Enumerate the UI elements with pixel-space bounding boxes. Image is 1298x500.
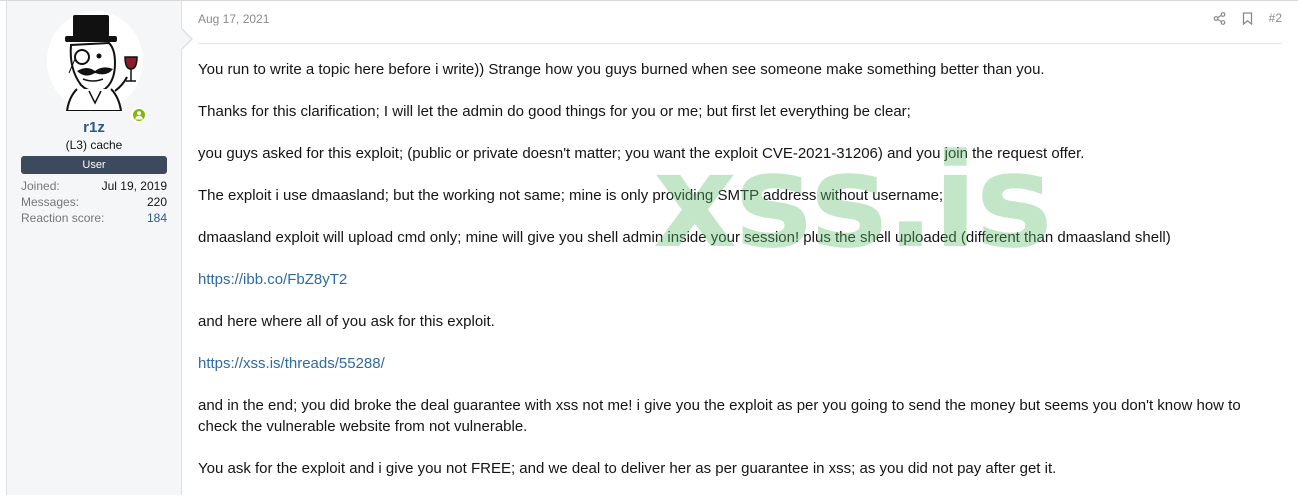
post-paragraph: dmaasland exploit will upload cmd only; … bbox=[198, 229, 1171, 246]
post-actions: #2 bbox=[1213, 11, 1282, 25]
user-sidebar: r1z (L3) cache User Joined: Jul 19, 2019… bbox=[6, 1, 182, 495]
image-link[interactable]: https://ibb.co/FbZ8yT2 bbox=[198, 271, 347, 288]
post-paragraph: You run to write a topic here before i w… bbox=[198, 61, 1045, 78]
user-title: (L3) cache bbox=[65, 138, 123, 152]
stat-label: Joined: bbox=[21, 179, 60, 193]
post-paragraph: you guys asked for this exploit; (public… bbox=[198, 145, 1085, 162]
stat-value: Jul 19, 2019 bbox=[101, 179, 167, 193]
stat-label: Messages: bbox=[21, 195, 80, 209]
username-link[interactable]: r1z bbox=[7, 119, 181, 136]
post-body: You run to write a topic here before i w… bbox=[198, 59, 1268, 500]
user-stats: Joined: Jul 19, 2019 Messages: 220 React… bbox=[21, 178, 167, 226]
stat-messages: Messages: 220 bbox=[21, 194, 167, 210]
user-avatar[interactable] bbox=[47, 11, 147, 123]
post-paragraph: and in the end; you did broke the deal g… bbox=[198, 397, 1241, 435]
stat-reaction-score: Reaction score: 184 bbox=[21, 210, 167, 226]
stat-label: Reaction score: bbox=[21, 211, 105, 225]
user-banner: User bbox=[21, 156, 167, 174]
stat-joined: Joined: Jul 19, 2019 bbox=[21, 178, 167, 194]
forum-post: r1z (L3) cache User Joined: Jul 19, 2019… bbox=[0, 0, 1298, 495]
share-icon[interactable] bbox=[1213, 11, 1227, 25]
post-header: Aug 17, 2021 #2 bbox=[198, 1, 1282, 44]
post-paragraph-link: https://ibb.co/FbZ8yT2 bbox=[198, 269, 1268, 290]
stat-value: 220 bbox=[146, 195, 167, 209]
post-date-link[interactable]: Aug 17, 2021 bbox=[198, 12, 269, 26]
post-number-link[interactable]: #2 bbox=[1269, 11, 1282, 25]
post-paragraph-link: https://xss.is/threads/55288/ bbox=[198, 353, 1268, 374]
post-paragraph: and here where all of you ask for this e… bbox=[198, 313, 495, 330]
bookmark-icon[interactable] bbox=[1241, 11, 1255, 25]
thread-link[interactable]: https://xss.is/threads/55288/ bbox=[198, 355, 385, 372]
post-paragraph: Thanks for this clarification; I will le… bbox=[198, 103, 911, 120]
post-paragraph: The exploit i use dmaasland; but the wor… bbox=[198, 187, 944, 204]
reaction-score-link[interactable]: 184 bbox=[147, 210, 167, 226]
avatar-image bbox=[47, 13, 143, 112]
post-main: Aug 17, 2021 #2 You run to write a topic… bbox=[198, 1, 1282, 495]
post-paragraph: You ask for the exploit and i give you n… bbox=[198, 460, 1057, 477]
sidebar-arrow bbox=[181, 29, 191, 49]
